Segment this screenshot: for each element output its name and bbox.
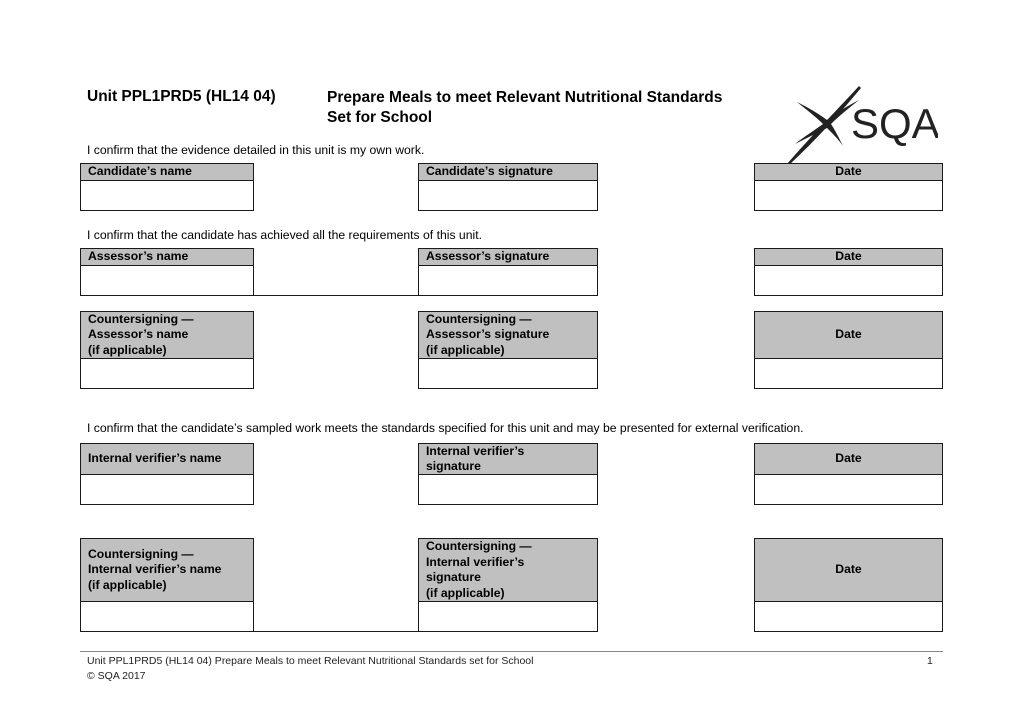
countersign-assessor-name-box: Countersigning — Assessor’s name (if app… xyxy=(80,311,254,389)
label-line: (if applicable) xyxy=(426,585,505,600)
candidate-name-box: Candidate’s name xyxy=(80,163,254,211)
countersign-iv-signature-label: Countersigning — Internal verifier’s sig… xyxy=(419,539,597,602)
countersign-assessor-signature-field[interactable] xyxy=(419,359,597,388)
assessor-date-label: Date xyxy=(755,249,942,266)
page-number: 1 xyxy=(927,655,933,667)
candidate-date-box: Date xyxy=(754,163,943,211)
label-line: (if applicable) xyxy=(426,342,505,357)
unit-title-line-2: Set for School xyxy=(327,109,433,126)
label-line: Countersigning — xyxy=(426,539,532,553)
label-line: Assessor’s signature xyxy=(426,327,550,342)
label-line: signature xyxy=(426,459,481,473)
candidate-statement: I confirm that the evidence detailed in … xyxy=(87,143,425,157)
countersign-iv-date-field[interactable] xyxy=(755,602,942,631)
countersign-iv-name-label: Countersigning — Internal verifier’s nam… xyxy=(81,539,253,602)
iv-name-label: Internal verifier’s name xyxy=(81,444,253,475)
iv-signature-label: Internal verifier’s signature xyxy=(419,444,597,475)
label-line: Internal verifier’s xyxy=(426,554,525,569)
iv-date-box: Date xyxy=(754,443,943,505)
countersign-iv-signature-field[interactable] xyxy=(419,602,597,631)
assessor-name-field[interactable] xyxy=(81,266,253,295)
logo-text: SQA xyxy=(851,100,938,147)
label-line: Countersigning — xyxy=(426,311,532,326)
assessor-name-box: Assessor’s name xyxy=(80,248,254,296)
label-line: Countersigning — xyxy=(88,311,194,326)
countersign-iv-date-label: Date xyxy=(755,539,942,602)
label-line: (if applicable) xyxy=(88,342,167,357)
label-line: signature xyxy=(426,570,481,584)
label-line: Internal verifier’s xyxy=(426,443,525,458)
sqa-saltire-icon: SQA xyxy=(787,86,940,165)
iv-signature-box: Internal verifier’s signature xyxy=(418,443,598,505)
footer-copyright: © SQA 2017 xyxy=(87,670,146,682)
candidate-name-field[interactable] xyxy=(81,181,253,210)
candidate-signature-label: Candidate’s signature xyxy=(419,164,597,181)
label-line: Internal verifier’s name xyxy=(88,562,222,577)
countersign-assessor-signature-label: Countersigning — Assessor’s signature (i… xyxy=(419,312,597,359)
countersign-assessor-name-field[interactable] xyxy=(81,359,253,388)
countersign-assessor-date-field[interactable] xyxy=(755,359,942,388)
countersign-iv-name-box: Countersigning — Internal verifier’s nam… xyxy=(80,538,254,632)
footer-divider xyxy=(80,651,943,652)
countersign-assessor-date-box: Date xyxy=(754,311,943,389)
candidate-signature-box: Candidate’s signature xyxy=(418,163,598,211)
iv-date-field[interactable] xyxy=(755,475,942,504)
unit-title-line-1: Prepare Meals to meet Relevant Nutrition… xyxy=(327,89,723,106)
iv-name-field[interactable] xyxy=(81,475,253,504)
footer-unit-title: Unit PPL1PRD5 (HL14 04) Prepare Meals to… xyxy=(87,655,534,667)
iv-name-box: Internal verifier’s name xyxy=(80,443,254,505)
candidate-name-label: Candidate’s name xyxy=(81,164,253,181)
sqa-logo: SQA xyxy=(783,84,940,166)
assessor-statement: I confirm that the candidate has achieve… xyxy=(87,228,482,242)
assessor-signature-label: Assessor’s signature xyxy=(419,249,597,266)
countersign-assessor-signature-box: Countersigning — Assessor’s signature (i… xyxy=(418,311,598,389)
countersign-iv-signature-box: Countersigning — Internal verifier’s sig… xyxy=(418,538,598,632)
countersign-iv-row-divider xyxy=(253,630,419,632)
assessor-date-field[interactable] xyxy=(755,266,942,295)
label-line: Countersigning — xyxy=(88,546,194,561)
assessor-signature-field[interactable] xyxy=(419,266,597,295)
countersign-assessor-name-label: Countersigning — Assessor’s name (if app… xyxy=(81,312,253,359)
candidate-date-field[interactable] xyxy=(755,181,942,210)
candidate-signature-field[interactable] xyxy=(419,181,597,210)
countersign-assessor-date-label: Date xyxy=(755,312,942,359)
assessor-signature-box: Assessor’s signature xyxy=(418,248,598,296)
countersign-iv-date-box: Date xyxy=(754,538,943,632)
iv-signature-field[interactable] xyxy=(419,475,597,504)
assessor-row-divider xyxy=(253,294,419,296)
unit-code: Unit PPL1PRD5 (HL14 04) xyxy=(87,88,276,105)
unit-title: Prepare Meals to meet Relevant Nutrition… xyxy=(327,88,722,128)
assessor-name-label: Assessor’s name xyxy=(81,249,253,266)
iv-date-label: Date xyxy=(755,444,942,475)
label-line: (if applicable) xyxy=(88,577,167,592)
internal-verifier-statement: I confirm that the candidate’s sampled w… xyxy=(87,421,804,435)
assessor-date-box: Date xyxy=(754,248,943,296)
candidate-date-label: Date xyxy=(755,164,942,181)
label-line: Assessor’s name xyxy=(88,327,189,342)
countersign-iv-name-field[interactable] xyxy=(81,602,253,631)
